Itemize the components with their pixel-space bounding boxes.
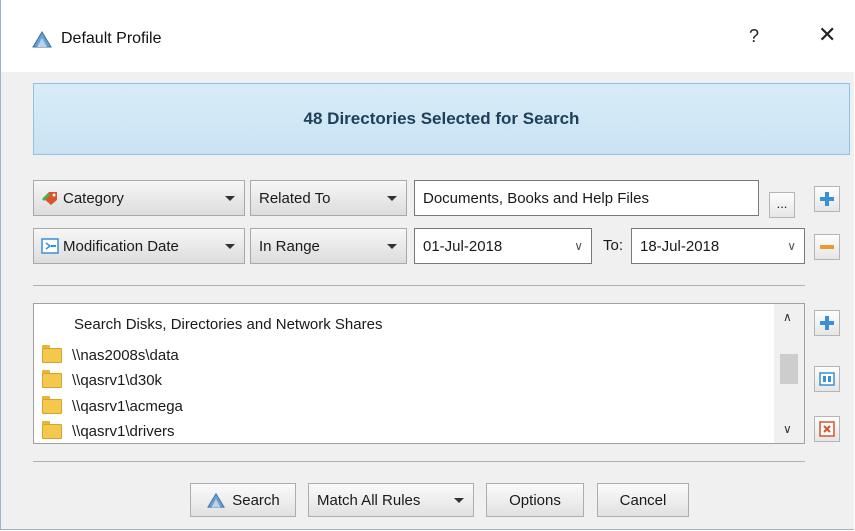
chevron-down-icon bbox=[387, 196, 397, 201]
columns-icon bbox=[819, 372, 835, 386]
chevron-down-icon bbox=[387, 244, 397, 249]
list-item[interactable]: \\qasrv1\d30k bbox=[42, 369, 162, 391]
plus-icon bbox=[820, 192, 834, 206]
directory-list[interactable]: Search Disks, Directories and Network Sh… bbox=[33, 303, 805, 444]
rule-2-operator-label: In Range bbox=[259, 237, 320, 255]
cancel-button[interactable]: Cancel bbox=[597, 483, 689, 517]
directory-path: \\nas2008s\data bbox=[72, 346, 179, 364]
scroll-down-icon[interactable]: ∨ bbox=[783, 422, 792, 436]
folder-icon bbox=[42, 344, 62, 363]
directory-path: \\qasrv1\drivers bbox=[72, 422, 175, 440]
rule-2-operator-select[interactable]: In Range bbox=[250, 228, 407, 264]
app-logo-icon bbox=[32, 31, 52, 48]
rule-1-value-text: Documents, Books and Help Files bbox=[423, 189, 649, 207]
category-icon bbox=[42, 192, 57, 205]
directory-list-header: Search Disks, Directories and Network Sh… bbox=[74, 316, 383, 333]
rule-1-field-label: Category bbox=[63, 189, 124, 207]
close-button[interactable]: ✕ bbox=[818, 22, 836, 48]
rule-1-field-select[interactable]: Category bbox=[33, 180, 245, 216]
match-mode-label: Match All Rules bbox=[317, 491, 421, 509]
vertical-scrollbar[interactable]: ∧ ∨ bbox=[774, 304, 804, 443]
rule-2-field-label: Modification Date bbox=[63, 237, 179, 255]
separator bbox=[33, 285, 805, 286]
scroll-thumb[interactable] bbox=[780, 354, 798, 384]
browse-label: ... bbox=[776, 195, 788, 211]
search-button[interactable]: Search bbox=[190, 483, 296, 517]
chevron-down-icon bbox=[225, 196, 235, 201]
chevron-down-icon: ∨ bbox=[787, 239, 796, 253]
directory-path: \\qasrv1\acmega bbox=[72, 397, 183, 415]
folder-icon bbox=[42, 369, 62, 388]
add-rule-button[interactable] bbox=[814, 186, 840, 212]
search-summary-banner: 48 Directories Selected for Search bbox=[33, 83, 850, 155]
scroll-up-icon[interactable]: ∧ bbox=[783, 310, 792, 324]
list-item[interactable]: \\qasrv1\acmega bbox=[42, 395, 183, 417]
search-button-label: Search bbox=[232, 491, 280, 509]
rule-2-from-date-picker[interactable]: 01-Jul-2018 ∨ bbox=[414, 228, 592, 264]
options-button-label: Options bbox=[509, 491, 561, 509]
rule-2-field-select[interactable]: Modification Date bbox=[33, 228, 245, 264]
rule-2-to-date-text: 18-Jul-2018 bbox=[640, 237, 720, 255]
chevron-down-icon bbox=[454, 498, 464, 503]
app-logo-icon bbox=[207, 492, 226, 508]
search-summary-text: 48 Directories Selected for Search bbox=[303, 109, 580, 128]
calendar-icon bbox=[41, 238, 59, 254]
match-mode-dropdown[interactable]: Match All Rules bbox=[308, 483, 474, 517]
directory-properties-button[interactable] bbox=[814, 366, 840, 392]
rule-1-operator-label: Related To bbox=[259, 189, 331, 207]
rule-2-to-date-picker[interactable]: 18-Jul-2018 ∨ bbox=[631, 228, 805, 264]
dialog-window: Default Profile ? ✕ 48 Directories Selec… bbox=[0, 0, 854, 530]
separator bbox=[33, 461, 805, 462]
plus-icon bbox=[820, 316, 834, 330]
directory-path: \\qasrv1\d30k bbox=[72, 371, 163, 389]
help-button[interactable]: ? bbox=[749, 26, 759, 47]
rule-1-operator-select[interactable]: Related To bbox=[250, 180, 407, 216]
cancel-button-label: Cancel bbox=[619, 491, 667, 509]
delete-icon bbox=[819, 421, 835, 437]
add-directory-button[interactable] bbox=[814, 310, 840, 336]
rule-2-from-date-text: 01-Jul-2018 bbox=[423, 237, 503, 255]
date-to-label: To: bbox=[603, 237, 624, 254]
chevron-down-icon: ∨ bbox=[574, 239, 583, 253]
title-bar: Default Profile ? ✕ bbox=[1, 0, 854, 72]
folder-icon bbox=[42, 395, 62, 414]
folder-icon bbox=[42, 420, 62, 439]
delete-directory-button[interactable] bbox=[814, 416, 840, 442]
rule-1-value-field[interactable]: Documents, Books and Help Files bbox=[414, 180, 759, 216]
minus-icon bbox=[820, 245, 834, 249]
remove-rule-button[interactable] bbox=[814, 234, 840, 260]
chevron-down-icon bbox=[225, 244, 235, 249]
list-item[interactable]: \\nas2008s\data bbox=[42, 344, 179, 366]
window-title: Default Profile bbox=[61, 30, 162, 47]
browse-categories-button[interactable]: ... bbox=[769, 192, 795, 218]
options-button[interactable]: Options bbox=[486, 483, 584, 517]
list-item[interactable]: \\qasrv1\drivers bbox=[42, 420, 175, 442]
